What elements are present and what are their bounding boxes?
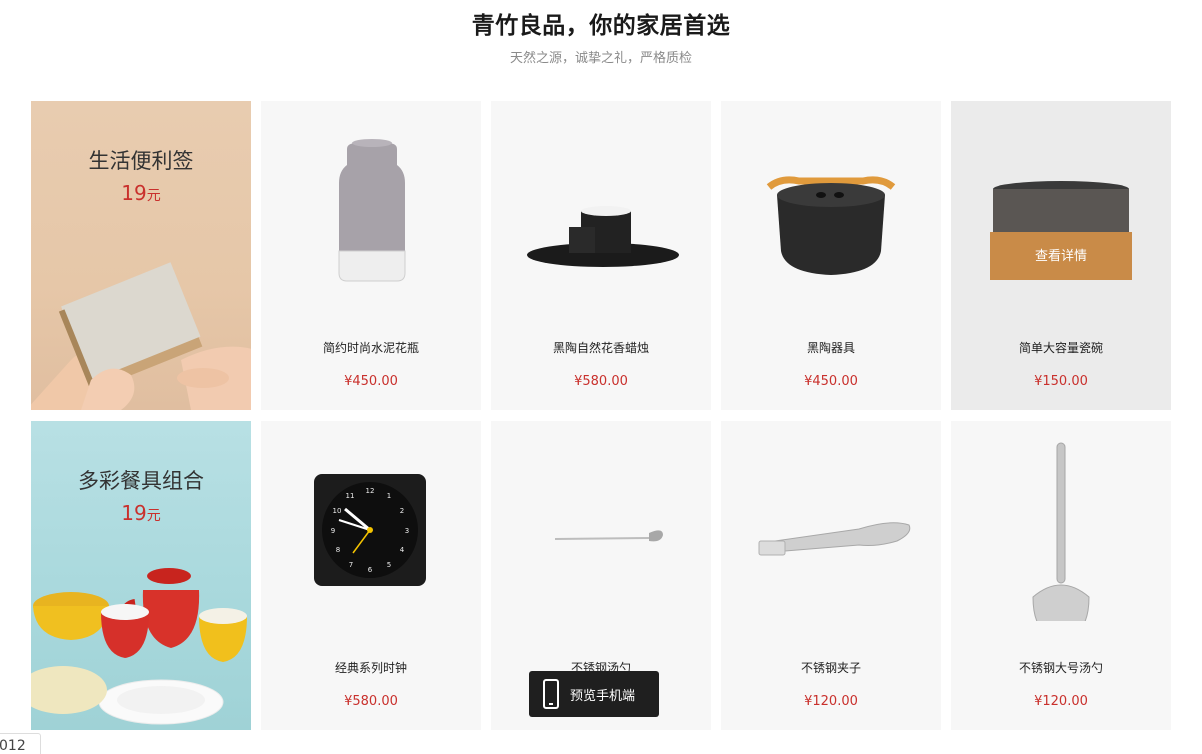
product-name: 黑陶器具: [806, 341, 855, 355]
product-card[interactable]: 查看详情 简单大容量瓷碗 ¥150.00: [951, 101, 1171, 410]
product-card[interactable]: 12 1 2 345 678 9 10 11 经典系列时钟 ¥580.00: [261, 421, 481, 730]
candle-icon: [527, 206, 679, 267]
tableware-illustration: [31, 568, 247, 725]
product-price: ¥120.00: [1034, 694, 1088, 709]
svg-text:11: 11: [346, 492, 355, 500]
svg-text:3: 3: [405, 527, 409, 535]
pot-icon: [766, 176, 896, 275]
product-card[interactable]: 简约时尚水泥花瓶 ¥450.00: [261, 101, 481, 410]
spoon-icon: [554, 530, 663, 542]
mobile-phone-icon: [543, 679, 559, 709]
page-title: 青竹良品，你的家居首选: [471, 13, 731, 39]
svg-text:5: 5: [387, 561, 391, 569]
product-name: 经典系列时钟: [334, 661, 407, 675]
product-name: 简单大容量瓷碗: [1018, 341, 1103, 355]
product-card[interactable]: 不锈钢夹子 ¥120.00: [721, 421, 941, 730]
vase-icon: [338, 139, 406, 282]
page-subtitle: 天然之源，诚挚之礼，严格质检: [509, 51, 692, 66]
product-price: ¥120.00: [804, 694, 858, 709]
svg-text:12: 12: [366, 487, 375, 495]
ladle-icon: [1032, 442, 1090, 621]
page-number-tag: 012: [0, 733, 41, 754]
svg-text:9: 9: [331, 527, 335, 535]
svg-text:1: 1: [387, 492, 391, 500]
promo-title: 生活便利签: [88, 149, 194, 173]
svg-text:7: 7: [349, 561, 353, 569]
preview-mobile-button[interactable]: 预览手机端: [529, 671, 659, 717]
product-price: ¥450.00: [344, 374, 398, 389]
svg-text:2: 2: [400, 507, 404, 515]
product-name: 简约时尚水泥花瓶: [322, 341, 419, 355]
preview-mobile-label: 预览手机端: [570, 688, 636, 704]
product-card[interactable]: 黑陶器具 ¥450.00: [721, 101, 941, 410]
svg-text:4: 4: [400, 546, 405, 554]
promo-card-notes[interactable]: 生活便利签 19元: [31, 101, 251, 410]
svg-text:6: 6: [368, 566, 373, 574]
product-grid: 生活便利签 19元 简约时尚水泥花瓶 ¥450.00 黑陶自然花香蜡烛 ¥580…: [31, 101, 1171, 730]
product-price: ¥150.00: [1034, 374, 1088, 389]
promo-price: 19元: [121, 501, 161, 525]
tongs-icon: [758, 522, 911, 556]
product-price: ¥450.00: [804, 374, 858, 389]
svg-text:8: 8: [336, 546, 340, 554]
view-details-button[interactable]: 查看详情: [990, 232, 1132, 280]
promo-card-tableware[interactable]: 多彩餐具组合 19元: [31, 421, 251, 730]
product-card[interactable]: 黑陶自然花香蜡烛 ¥580.00: [491, 101, 711, 410]
product-price: ¥580.00: [344, 694, 398, 709]
product-name: 不锈钢大号汤勺: [1018, 661, 1103, 675]
promo-price: 19元: [121, 181, 161, 205]
svg-text:10: 10: [333, 507, 342, 515]
product-card[interactable]: 不锈钢大号汤勺 ¥120.00: [951, 421, 1171, 730]
notebook-illustration: [31, 262, 251, 410]
clock-icon: 1212 345 678 91011: [314, 474, 426, 586]
product-name: 不锈钢夹子: [800, 661, 861, 675]
product-price: ¥580.00: [574, 374, 628, 389]
promo-title: 多彩餐具组合: [78, 469, 204, 493]
product-name: 黑陶自然花香蜡烛: [552, 341, 649, 355]
